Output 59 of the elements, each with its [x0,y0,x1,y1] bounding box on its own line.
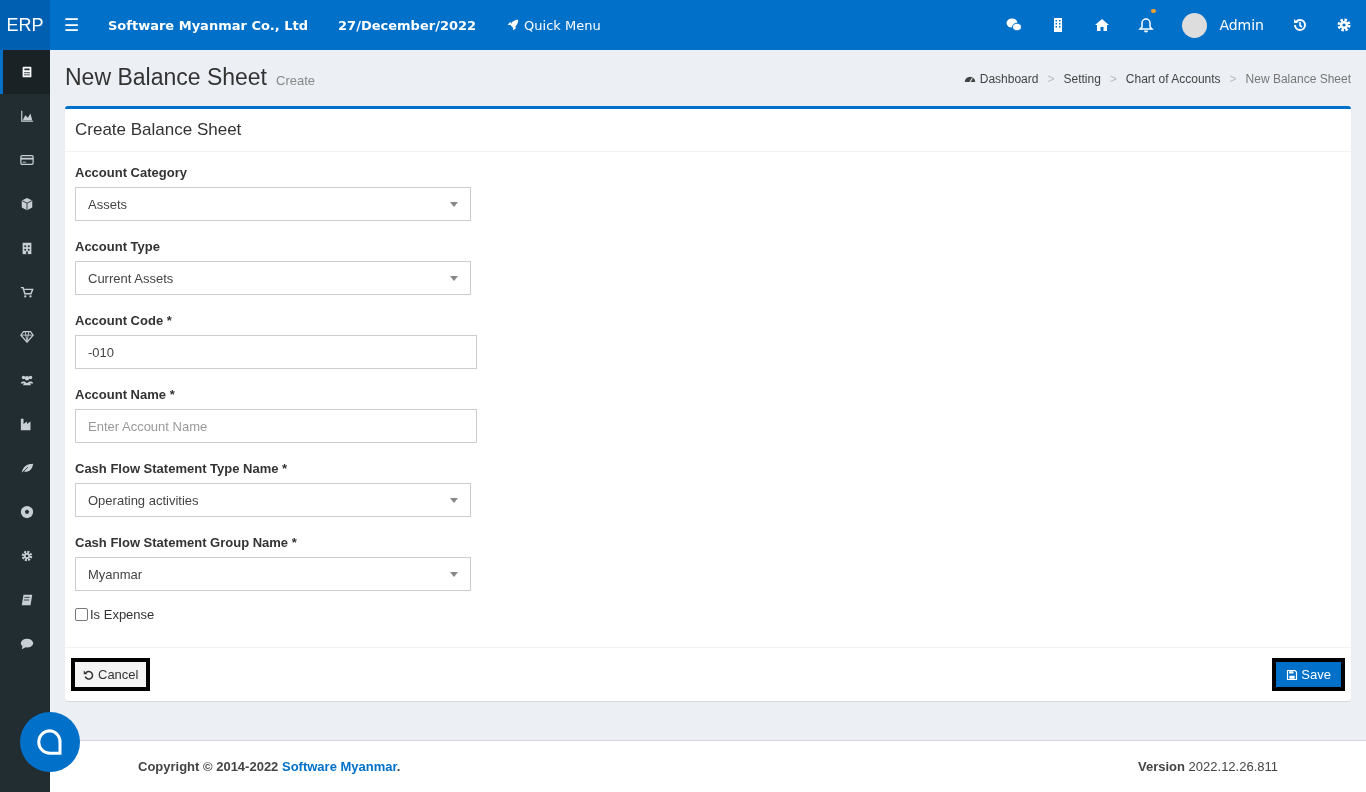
leaf-icon [19,461,34,475]
breadcrumb-link[interactable]: Setting [1063,72,1101,86]
field-label: Account Type [75,239,161,254]
user-menu[interactable]: Admin [1182,12,1264,38]
breadcrumb-separator: > [1229,72,1237,86]
sidebar-item[interactable] [0,50,50,94]
avatar-icon [1182,12,1208,38]
company-link[interactable]: Software Myanmar [281,759,397,774]
dropdown-field[interactable]: Current Assets [75,261,471,295]
field-label: Cash Flow Statement Group Name * [75,535,298,550]
factory-icon [19,417,34,431]
dropdown-field[interactable]: Assets [75,187,471,221]
breadcrumb-link[interactable]: Chart of Accounts [1125,72,1221,86]
app-logo[interactable]: ERP [0,0,50,50]
caret-icon [450,571,458,577]
menu-toggle[interactable]: ☰ [62,14,80,36]
undo-icon [83,668,95,681]
cart-icon [19,285,34,299]
field-label: Account Category [75,165,188,180]
field-label: Account Code * [75,313,173,328]
area-chart-icon [19,109,34,123]
breadcrumb-separator: > [1109,72,1117,86]
current-date: 27/December/2022 [338,17,477,33]
gear-icon [19,549,34,563]
caret-icon [450,275,458,281]
book-icon [19,593,34,607]
rocket-icon [506,18,521,32]
input-field[interactable]: Enter Account Name [75,409,477,443]
cube-icon [19,197,34,211]
breadcrumb-link[interactable]: New Balance Sheet [1245,72,1351,86]
cancel-button[interactable]: Cancel [71,658,151,691]
home-icon [1094,17,1111,33]
history-icon [1292,17,1308,33]
card-title: Create Balance Sheet [65,109,1351,152]
speech-bubble-icon [19,637,34,651]
breadcrumb-link[interactable]: Dashboard [963,72,1039,86]
copyright-text: Copyright © 2014-2022 Software Myanmar. [138,759,401,774]
company-name: Software Myanmar Co., Ltd [108,17,309,33]
field-label: Cash Flow Statement Type Name * [75,461,289,476]
input-field[interactable]: -010 [75,335,477,369]
breadcrumb-separator: > [1047,72,1055,86]
version-text: Version 2022.12.26.811 [1138,759,1278,774]
save-button[interactable]: Save [1272,658,1345,691]
speech-bubble-icon [35,727,65,757]
settings-icon [1336,17,1352,33]
chat-bubbles-icon [1006,17,1023,33]
dropdown-field[interactable]: Operating activities [75,483,471,517]
page-title: New Balance Sheet [65,64,267,91]
dropdown-field[interactable]: Myanmar [75,557,471,591]
caret-icon [450,497,458,503]
field-label: Account Name * [75,387,176,402]
bell-icon [1138,17,1155,33]
checkbox[interactable] [75,608,88,621]
credit-card-icon [19,153,34,167]
page-subtitle: Create [276,73,316,88]
caret-icon [450,201,458,207]
checkbox-label: Is Expense [90,607,155,622]
quick-menu-link[interactable]: Quick Menu [506,17,601,33]
diamond-icon [19,329,34,343]
